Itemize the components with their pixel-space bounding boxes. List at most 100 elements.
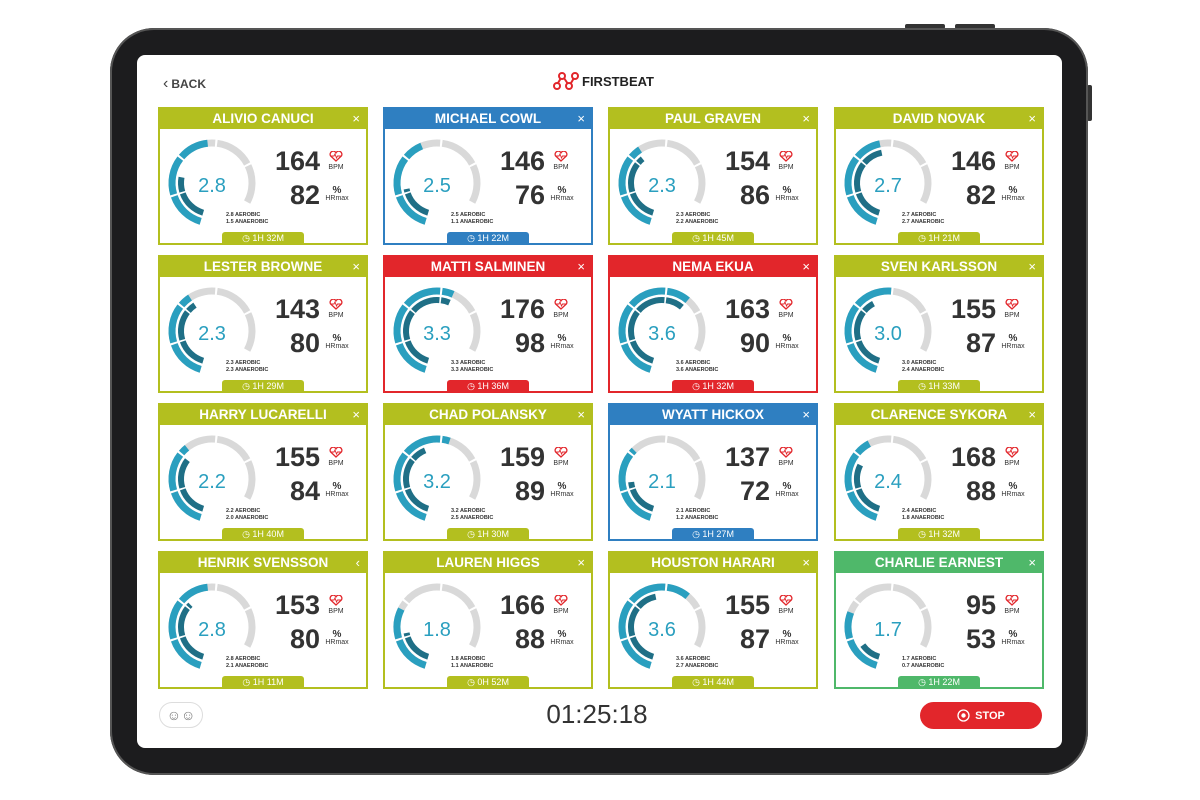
duration-value: 1H 32M bbox=[702, 381, 734, 391]
heart-rate-value: 146 bbox=[499, 146, 545, 176]
hrmax-percent-value: 86 bbox=[739, 180, 770, 210]
gauge-track-segment bbox=[666, 435, 701, 462]
bpm-unit: BPM bbox=[776, 446, 796, 467]
hrmax-label: HRmax bbox=[550, 343, 574, 350]
aerobic-fill-segment bbox=[854, 440, 872, 456]
training-effect-value: 1.7 bbox=[874, 619, 902, 641]
athlete-header: DAVID NOVAK × bbox=[836, 109, 1042, 129]
hrmax-unit: % HRmax bbox=[549, 333, 575, 351]
training-effect-value: 3.6 bbox=[648, 323, 676, 345]
athlete-card[interactable]: CHARLIE EARNEST × 1.7 95 BPM 53 % HRmax 1.… bbox=[834, 551, 1044, 689]
athlete-card[interactable]: MICHAEL COWL × 2.5 146 BPM 76 % HRmax 2.5 … bbox=[383, 107, 593, 245]
anaerobic-value: 2.2 bbox=[676, 219, 684, 225]
athlete-card[interactable]: NEMA EKUA × 3.6 163 BPM 90 % HRmax 3.6 AER… bbox=[608, 255, 818, 393]
hrmax-unit: % HRmax bbox=[1000, 482, 1026, 499]
bpm-unit: BPM bbox=[326, 594, 346, 615]
training-effect-breakdown: 3.6 AEROBIC 2.7 ANAEROBIC bbox=[676, 656, 718, 670]
heart-rate-value: 155 bbox=[950, 294, 996, 324]
hrmax-percent-value: 87 bbox=[739, 624, 770, 654]
training-effect-breakdown: 2.7 AEROBIC 2.7 ANAEROBIC bbox=[902, 212, 944, 226]
duration-value: 1H 21M bbox=[928, 233, 960, 243]
screen: ‹ BACK FIRSTBEAT ☺☺ 01:25:18 STOP ALIVIO… bbox=[137, 55, 1062, 748]
close-icon[interactable]: × bbox=[577, 405, 585, 425]
close-icon[interactable]: × bbox=[802, 405, 810, 425]
percent-label: % bbox=[1008, 333, 1018, 344]
aerobic-label: AEROBIC bbox=[234, 508, 261, 514]
stop-button[interactable]: STOP bbox=[920, 702, 1042, 729]
close-icon[interactable]: × bbox=[577, 257, 585, 277]
gauge-track-segment bbox=[892, 139, 927, 166]
close-icon[interactable]: × bbox=[577, 553, 585, 573]
training-effect-breakdown: 2.1 AEROBIC 1.2 ANAEROBIC bbox=[676, 508, 718, 522]
close-icon[interactable]: ‹ bbox=[356, 553, 360, 573]
athlete-header: WYATT HICKOX × bbox=[610, 405, 816, 425]
session-timer: 01:25:18 bbox=[546, 699, 648, 729]
aerobic-value: 2.8 bbox=[226, 212, 234, 218]
close-icon[interactable]: × bbox=[802, 257, 810, 277]
athlete-card[interactable]: HARRY LUCARELLI × 2.2 155 BPM 84 % HRmax 2… bbox=[158, 403, 368, 541]
percent-label: % bbox=[557, 333, 567, 344]
bpm-label: BPM bbox=[328, 608, 344, 615]
heart-icon bbox=[329, 594, 343, 606]
heart-icon bbox=[779, 150, 793, 162]
back-button[interactable]: ‹ BACK bbox=[163, 75, 206, 93]
training-effect-value: 3.6 bbox=[648, 619, 676, 641]
anaerobic-label: ANAEROBIC bbox=[684, 367, 719, 373]
athlete-card[interactable]: PAUL GRAVEN × 2.3 154 BPM 86 % HRmax 2.3 A… bbox=[608, 107, 818, 245]
athlete-card[interactable]: MATTI SALMINEN × 3.3 176 BPM 98 % HRmax 3.… bbox=[383, 255, 593, 393]
duration-badge: ◷ 1H 44M bbox=[672, 676, 754, 689]
duration-value: 1H 45M bbox=[702, 233, 734, 243]
group-button[interactable]: ☺☺ bbox=[159, 702, 203, 728]
gauge-track-segment bbox=[628, 435, 666, 456]
anaerobic-value: 1.5 bbox=[226, 219, 234, 225]
aerobic-fill-segment bbox=[628, 146, 643, 160]
athlete-card[interactable]: ALIVIO CANUCI × 2.8 164 BPM 82 % HRmax 2.8… bbox=[158, 107, 368, 245]
athlete-card[interactable]: CLARENCE SYKORA × 2.4 168 BPM 88 % HRmax 2… bbox=[834, 403, 1044, 541]
athlete-card[interactable]: LESTER BROWNE × 2.3 143 BPM 80 % HRmax 2.3… bbox=[158, 255, 368, 393]
hrmax-label: HRmax bbox=[1001, 491, 1025, 498]
duration-badge: ◷ 1H 32M bbox=[222, 232, 304, 245]
athlete-card[interactable]: LAUREN HIGGS × 1.8 166 BPM 88 % HRmax 1.8 … bbox=[383, 551, 593, 689]
athlete-name: WYATT HICKOX bbox=[661, 407, 764, 422]
athlete-card[interactable]: WYATT HICKOX × 2.1 137 BPM 72 % HRmax 2.1 … bbox=[608, 403, 818, 541]
close-icon[interactable]: × bbox=[352, 405, 360, 425]
training-effect-value: 2.4 bbox=[874, 471, 902, 493]
aerobic-label: AEROBIC bbox=[684, 212, 711, 218]
close-icon[interactable]: × bbox=[1028, 257, 1036, 277]
athlete-card[interactable]: CHAD POLANSKY × 3.2 159 BPM 89 % HRmax 3.2… bbox=[383, 403, 593, 541]
close-icon[interactable]: × bbox=[577, 109, 585, 129]
duration-badge: ◷ 1H 21M bbox=[898, 232, 980, 245]
anaerobic-value: 2.0 bbox=[226, 515, 234, 521]
anaerobic-label: ANAEROBIC bbox=[459, 367, 494, 373]
close-icon[interactable]: × bbox=[352, 257, 360, 277]
close-icon[interactable]: × bbox=[1028, 553, 1036, 573]
hrmax-label: HRmax bbox=[775, 343, 799, 350]
athlete-card[interactable]: SVEN KARLSSON × 3.0 155 BPM 87 % HRmax 3.0… bbox=[834, 255, 1044, 393]
athlete-card[interactable]: HENRIK SVENSSON ‹ 2.8 153 BPM 80 % HRmax 2… bbox=[158, 551, 368, 689]
bpm-label: BPM bbox=[778, 164, 794, 171]
athlete-card[interactable]: DAVID NOVAK × 2.7 146 BPM 82 % HRmax 2.7 A… bbox=[834, 107, 1044, 245]
aerobic-fill-segment bbox=[178, 294, 193, 308]
duration-badge: ◷ 1H 22M bbox=[898, 676, 980, 689]
percent-label: % bbox=[1008, 185, 1018, 196]
hrmax-percent-value: 72 bbox=[739, 476, 770, 506]
athlete-card[interactable]: HOUSTON HARARI × 3.6 155 BPM 87 % HRmax 3.… bbox=[608, 551, 818, 689]
aerobic-value: 2.3 bbox=[226, 360, 234, 366]
gauge-track-segment bbox=[441, 583, 476, 610]
hrmax-percent-value: 53 bbox=[965, 624, 996, 654]
close-icon[interactable]: × bbox=[352, 109, 360, 129]
close-icon[interactable]: × bbox=[1028, 109, 1036, 129]
heart-icon bbox=[329, 446, 343, 458]
close-icon[interactable]: × bbox=[1028, 405, 1036, 425]
close-icon[interactable]: × bbox=[802, 109, 810, 129]
hrmax-unit: % HRmax bbox=[1000, 185, 1026, 203]
gauge-track-segment bbox=[441, 139, 476, 166]
hrmax-label: HRmax bbox=[1001, 639, 1025, 646]
logo-text: FIRSTBEAT bbox=[582, 73, 654, 89]
close-icon[interactable]: × bbox=[802, 553, 810, 573]
bpm-label: BPM bbox=[553, 312, 569, 319]
heart-rate-value: 153 bbox=[274, 590, 320, 620]
aerobic-value: 3.2 bbox=[451, 508, 459, 514]
duration-value: 1H 27M bbox=[702, 529, 734, 539]
duration-value: 1H 32M bbox=[928, 529, 960, 539]
